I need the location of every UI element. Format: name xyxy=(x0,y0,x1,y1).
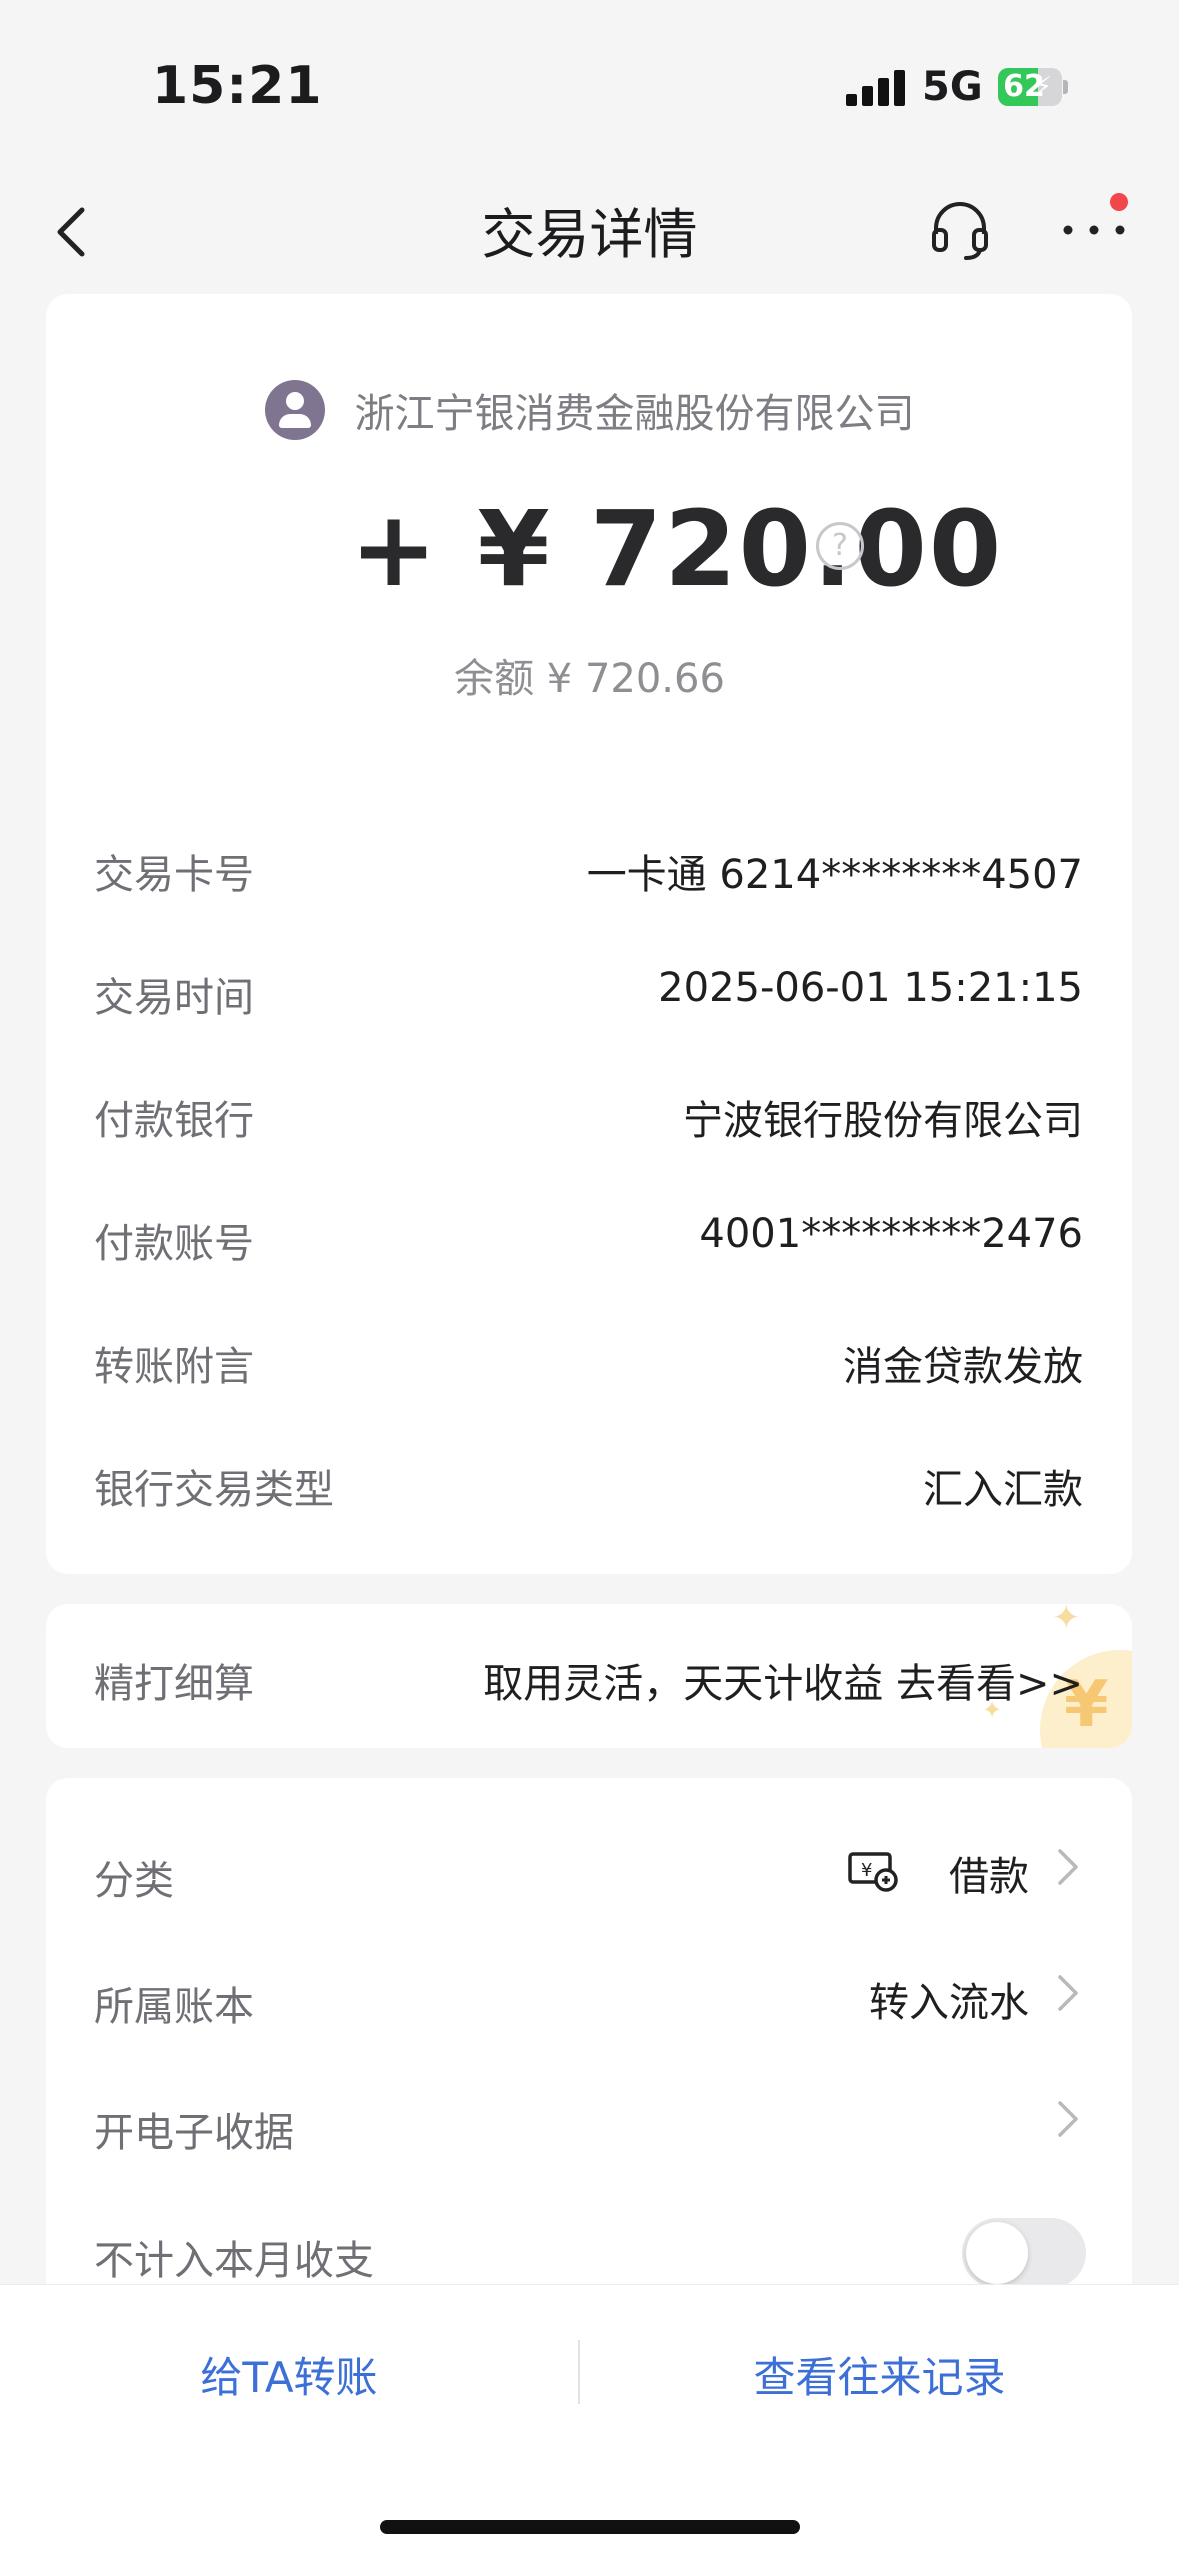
toggle-knob xyxy=(966,2222,1028,2284)
notification-dot xyxy=(1110,193,1128,211)
network-type: 5G xyxy=(922,64,983,110)
chevron-right-icon[interactable] xyxy=(1052,1969,1082,2017)
category-label: 分类 xyxy=(94,1858,174,1904)
bottom-action-bar xyxy=(0,2284,1179,2557)
payer-account-value: 4001*********2476 xyxy=(699,1211,1083,1257)
svg-text:¥: ¥ xyxy=(861,1860,872,1881)
balance-text: 余额 ¥ 720.66 xyxy=(454,656,725,702)
card-number-value: 一卡通 6214********4507 xyxy=(586,852,1083,898)
merchant-name: 浙江宁银消费金融股份有限公司 xyxy=(354,391,915,437)
chevron-right-icon[interactable] xyxy=(1052,1843,1082,1891)
exclude-monthly-label: 不计入本月收支 xyxy=(94,2238,374,2284)
card-number-label: 交易卡号 xyxy=(94,852,254,898)
promo-link[interactable]: 取用灵活，天天计收益 去看看>> xyxy=(483,1651,1083,1709)
loan-icon: ¥ xyxy=(848,1852,898,1892)
ledger-value[interactable]: 转入流水 xyxy=(869,1970,1029,2028)
status-time: 15:21 xyxy=(152,56,323,116)
home-indicator[interactable] xyxy=(380,2520,800,2534)
merchant-header: 浙江宁银消费金融股份有限公司 xyxy=(0,380,1179,440)
transaction-time-label: 交易时间 xyxy=(94,975,254,1021)
chevron-right-icon[interactable] xyxy=(1052,2095,1082,2143)
help-icon[interactable]: ? xyxy=(816,522,864,570)
bank-transaction-type-label: 银行交易类型 xyxy=(94,1467,334,1513)
sparkle-icon: ✦ xyxy=(1052,1604,1081,1638)
transaction-time-value: 2025-06-01 15:21:15 xyxy=(658,965,1083,1011)
payer-account-label: 付款账号 xyxy=(94,1221,254,1267)
payer-bank-value: 宁波银行股份有限公司 xyxy=(683,1098,1083,1144)
battery-icon: 62 ⚡ xyxy=(998,68,1068,106)
transaction-amount: + ¥ 720.00 xyxy=(350,488,1004,610)
category-value[interactable]: 借款 xyxy=(949,1844,1029,1902)
merchant-avatar xyxy=(264,380,325,440)
payer-bank-label: 付款银行 xyxy=(94,1098,254,1144)
receipt-label[interactable]: 开电子收据 xyxy=(94,2100,294,2158)
ledger-label: 所属账本 xyxy=(94,1984,254,2030)
promo-label: 精打细算 xyxy=(94,1661,254,1707)
signal-icon xyxy=(846,70,906,106)
transfer-note-value: 消金贷款发放 xyxy=(843,1344,1083,1390)
transfer-note-label: 转账附言 xyxy=(94,1344,254,1390)
customer-service-button[interactable] xyxy=(928,198,992,262)
history-button[interactable]: 查看往来记录 xyxy=(580,2344,1179,2405)
bank-transaction-type-value: 汇入汇款 xyxy=(923,1467,1083,1513)
charging-bolt-icon: ⚡ xyxy=(1033,72,1052,102)
exclude-monthly-toggle[interactable] xyxy=(962,2218,1086,2288)
headset-icon xyxy=(932,202,988,260)
page-title: 交易详情 xyxy=(481,203,698,266)
transfer-button[interactable]: 给TA转账 xyxy=(0,2344,578,2405)
